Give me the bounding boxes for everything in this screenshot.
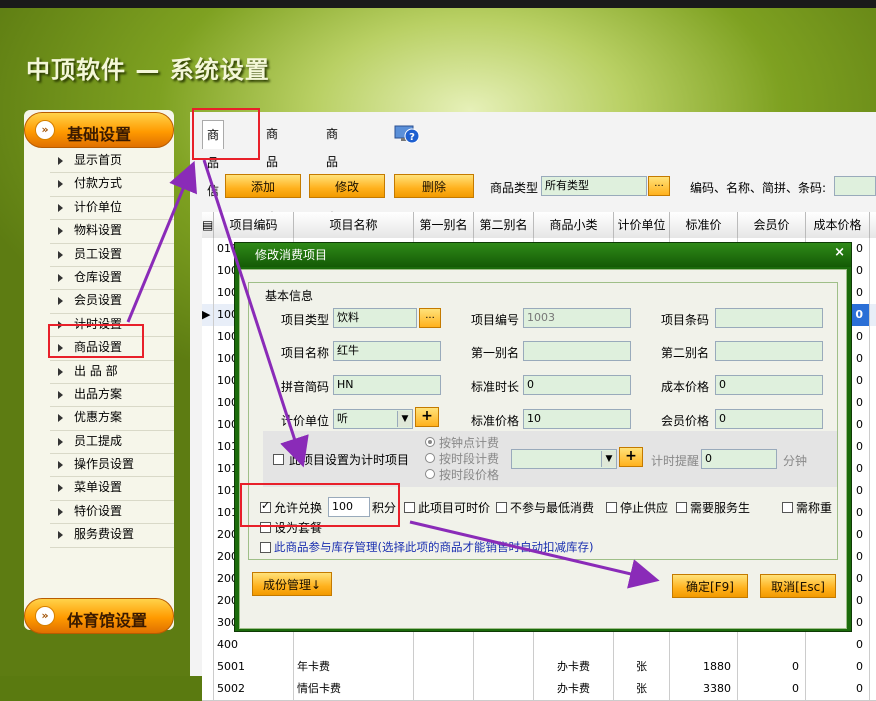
table-cell-cost: 0 [806, 678, 870, 700]
table-cell-name: 情侣卡费 [294, 678, 414, 700]
table-cell-code: 5002 [214, 678, 294, 700]
table-cell-price: 3380 [670, 678, 738, 700]
row-selector[interactable] [202, 678, 214, 700]
table-cell-sub: 办卡费 [534, 678, 614, 700]
table-cell-alias1 [414, 678, 474, 700]
table-cell-member: 0 [738, 678, 806, 700]
annotation-arrows [126, 159, 660, 589]
table-row[interactable]: 5002 情侣卡费 办卡费张 3380 0 0 [202, 678, 876, 701]
table-cell-unit: 张 [614, 678, 670, 700]
table-cell-alias2 [474, 678, 534, 700]
